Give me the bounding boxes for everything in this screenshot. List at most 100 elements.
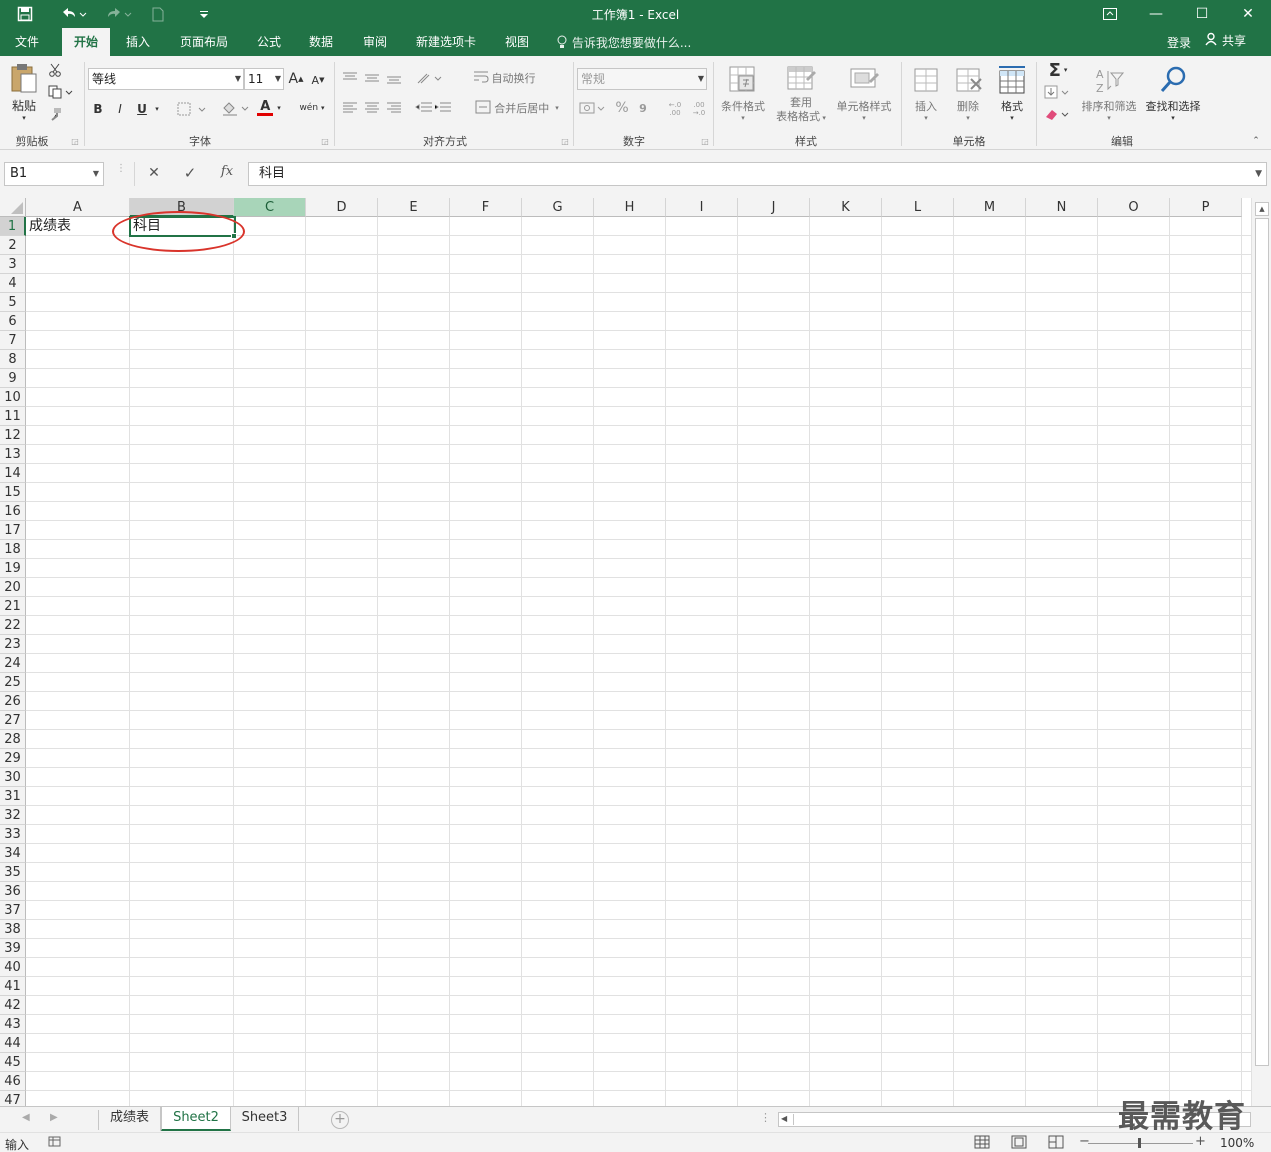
row-header-27[interactable]: 27 (0, 711, 26, 730)
row-header-18[interactable]: 18 (0, 540, 26, 559)
maximize-button[interactable]: ☐ (1179, 2, 1225, 26)
row-header-45[interactable]: 45 (0, 1053, 26, 1072)
bold-button[interactable]: B (90, 100, 106, 118)
close-button[interactable]: ✕ (1225, 2, 1271, 26)
insert-cells-button[interactable]: 插入 ▾ (906, 60, 946, 126)
tab-formulas[interactable]: 公式 (248, 28, 290, 56)
vertical-scroll-thumb[interactable] (1255, 218, 1269, 1066)
scroll-up-icon[interactable]: ▲ (1255, 202, 1269, 216)
expand-formula-icon[interactable]: ▼ (1255, 163, 1262, 185)
row-header-35[interactable]: 35 (0, 863, 26, 882)
row-header-32[interactable]: 32 (0, 806, 26, 825)
row-header-30[interactable]: 30 (0, 768, 26, 787)
copy-icon[interactable] (46, 84, 76, 100)
row-header-26[interactable]: 26 (0, 692, 26, 711)
paste-button[interactable]: 粘贴 ▾ (6, 60, 42, 124)
row-header-16[interactable]: 16 (0, 502, 26, 521)
column-header-G[interactable]: G (522, 198, 594, 217)
row-header-9[interactable]: 9 (0, 369, 26, 388)
row-header-41[interactable]: 41 (0, 977, 26, 996)
row-header-31[interactable]: 31 (0, 787, 26, 806)
row-header-7[interactable]: 7 (0, 331, 26, 350)
row-header-11[interactable]: 11 (0, 407, 26, 426)
tab-insert[interactable]: 插入 (116, 28, 160, 56)
indent-icons[interactable] (414, 98, 454, 118)
chevron-down-icon[interactable]: ▾ (152, 102, 162, 116)
row-header-12[interactable]: 12 (0, 426, 26, 445)
row-header-37[interactable]: 37 (0, 901, 26, 920)
row-header-10[interactable]: 10 (0, 388, 26, 407)
row-header-38[interactable]: 38 (0, 920, 26, 939)
login-link[interactable]: 登录 (1167, 34, 1191, 51)
tab-file[interactable]: 文件 (4, 28, 50, 56)
phonetic-guide-button[interactable]: wén ▾ (296, 98, 328, 118)
row-header-33[interactable]: 33 (0, 825, 26, 844)
tab-new-tab[interactable]: 新建选项卡 (406, 28, 486, 56)
italic-button[interactable]: I (112, 100, 128, 118)
sheet-tab-sheet3[interactable]: Sheet3 (231, 1107, 299, 1131)
column-header-C[interactable]: C (234, 198, 306, 217)
row-header-40[interactable]: 40 (0, 958, 26, 977)
new-document-icon[interactable] (148, 4, 168, 24)
undo-icon[interactable] (56, 4, 90, 24)
zoom-slider-thumb[interactable] (1138, 1138, 1141, 1148)
cell-styles-button[interactable]: 单元格样式 ▾ (832, 60, 896, 126)
format-as-table-button[interactable]: 套用 表格格式 ▾ (772, 60, 830, 128)
select-all-corner[interactable] (0, 198, 26, 217)
column-header-N[interactable]: N (1026, 198, 1098, 217)
font-launcher-icon[interactable]: ◲ (320, 136, 330, 146)
row-header-36[interactable]: 36 (0, 882, 26, 901)
save-icon[interactable] (12, 4, 38, 24)
row-header-47[interactable]: 47 (0, 1091, 26, 1106)
collapse-ribbon-icon[interactable]: ⌃ (1250, 136, 1262, 146)
font-size-combo[interactable]: 11 ▼ (244, 68, 284, 90)
accounting-format-icon[interactable] (578, 98, 608, 118)
row-header-1[interactable]: 1 (0, 217, 26, 236)
sheet-prev-icon[interactable]: ◀ (22, 1112, 30, 1123)
column-header-K[interactable]: K (810, 198, 882, 217)
page-break-view-icon[interactable] (1048, 1135, 1064, 1152)
find-select-button[interactable]: 查找和选择 ▾ (1142, 60, 1204, 126)
row-header-28[interactable]: 28 (0, 730, 26, 749)
zoom-in-button[interactable]: + (1195, 1134, 1206, 1149)
row-header-46[interactable]: 46 (0, 1072, 26, 1091)
column-header-H[interactable]: H (594, 198, 666, 217)
cut-icon[interactable] (46, 62, 64, 78)
font-name-combo[interactable]: 等线 ▼ (88, 68, 244, 90)
insert-function-button[interactable]: fx (216, 164, 238, 179)
row-header-23[interactable]: 23 (0, 635, 26, 654)
worksheet-grid[interactable]: ABCDEFGHIJKLMNOP 1 2 3 4 5 6 7 8 9 10 11 12 13 14 15 16… (0, 198, 1271, 1106)
sheet-next-icon[interactable]: ▶ (50, 1112, 58, 1123)
row-header-6[interactable]: 6 (0, 312, 26, 331)
split-handle-icon[interactable]: ⋮ (760, 1111, 771, 1124)
column-header-E[interactable]: E (378, 198, 450, 217)
minimize-button[interactable]: — (1133, 2, 1179, 26)
column-header-I[interactable]: I (666, 198, 738, 217)
page-layout-view-icon[interactable] (1011, 1135, 1027, 1152)
increase-decimal-button[interactable]: ←.0 .00 (664, 100, 686, 118)
row-header-4[interactable]: 4 (0, 274, 26, 293)
tab-view[interactable]: 视图 (496, 28, 538, 56)
borders-icon[interactable] (174, 100, 210, 118)
number-launcher-icon[interactable]: ◲ (700, 136, 710, 146)
column-header-F[interactable]: F (450, 198, 522, 217)
tell-me-box[interactable]: 告诉我您想要做什么... (556, 34, 691, 52)
fill-button[interactable] (1040, 84, 1076, 102)
autosum-button[interactable]: Σ ▾ (1040, 60, 1076, 81)
row-header-21[interactable]: 21 (0, 597, 26, 616)
vertical-scrollbar[interactable]: ▲ (1251, 198, 1271, 1106)
shrink-font-button[interactable]: A ▼ (310, 72, 326, 88)
formula-input[interactable]: 科目 ▼ (248, 162, 1267, 186)
orientation-icon[interactable] (414, 68, 446, 88)
macro-record-icon[interactable] (48, 1136, 62, 1151)
column-header-A[interactable]: A (26, 198, 130, 217)
redo-icon[interactable] (101, 4, 135, 24)
row-header-44[interactable]: 44 (0, 1034, 26, 1053)
row-header-39[interactable]: 39 (0, 939, 26, 958)
name-box[interactable]: B1 ▼ (4, 162, 104, 186)
percent-button[interactable]: % (612, 98, 632, 118)
comma-style-button[interactable]: 9 (636, 98, 650, 118)
row-header-29[interactable]: 29 (0, 749, 26, 768)
row-header-25[interactable]: 25 (0, 673, 26, 692)
customize-qat-icon[interactable] (196, 4, 212, 24)
